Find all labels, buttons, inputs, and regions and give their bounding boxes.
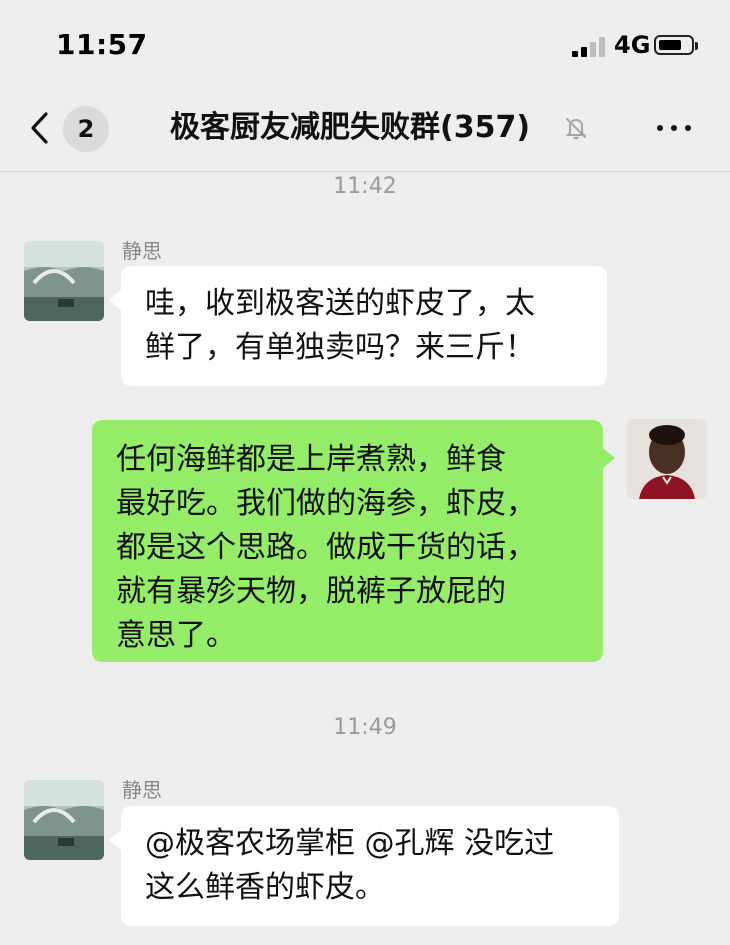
message-line: 意思了。 [116, 618, 236, 653]
chat-header: 2 极客厨友减肥失败群(357) [0, 84, 730, 172]
message-bubble-incoming[interactable]: 哇，收到极客送的虾皮了，太 鲜了，有单独卖吗？来三斤！ [109, 266, 607, 386]
back-icon[interactable] [28, 111, 52, 145]
avatar[interactable] [24, 780, 104, 860]
status-time: 11:57 [56, 28, 148, 61]
avatar[interactable] [627, 419, 707, 499]
timestamp: 11:42 [333, 174, 397, 199]
message-line: 都是这个思路。做成干货的话， [116, 530, 536, 565]
timestamp: 11:49 [333, 715, 397, 740]
message-line: 哇，收到极客送的虾皮了，太 [145, 286, 535, 321]
message-line: @极客农场掌柜 @孔辉 没吃过 [145, 826, 555, 861]
message-bubble-incoming[interactable]: @极客农场掌柜 @孔辉 没吃过 这么鲜香的虾皮。 [109, 806, 619, 926]
avatar[interactable] [24, 241, 104, 321]
message-line: 就有暴殄天物，脱裤子放屁的 [116, 574, 506, 609]
message-bubble-outgoing[interactable]: 任何海鲜都是上岸煮熟，鲜食 最好吃。我们做的海参，虾皮， 都是这个思路。做成干货… [92, 420, 615, 662]
battery-icon [654, 35, 698, 55]
network-label: 4G [614, 31, 651, 59]
unread-count-badge[interactable]: 2 [63, 106, 109, 152]
mute-icon [563, 115, 589, 141]
sender-name: 静思 [122, 778, 162, 802]
chat-title: 极客厨友减肥失败群(357) [170, 110, 531, 145]
message-line: 这么鲜香的虾皮。 [145, 870, 385, 905]
message-line: 最好吃。我们做的海参，虾皮， [116, 486, 536, 521]
more-icon[interactable] [655, 113, 693, 143]
message-line: 任何海鲜都是上岸煮熟，鲜食 [116, 442, 506, 477]
message-line: 鲜了，有单独卖吗？来三斤！ [145, 330, 535, 365]
signal-icon [572, 37, 606, 57]
sender-name: 静思 [122, 239, 162, 263]
status-bar: 11:57 4G [0, 0, 730, 84]
